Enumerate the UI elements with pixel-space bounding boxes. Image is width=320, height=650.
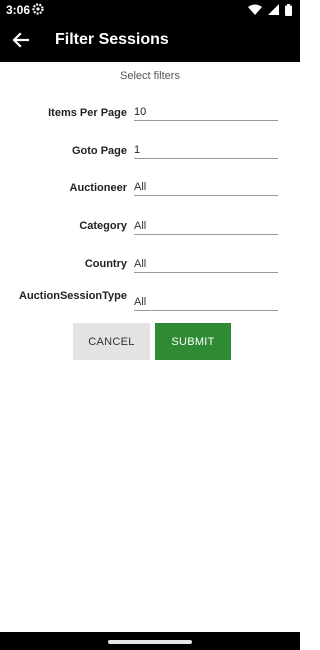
country-row: Country All [0,254,300,278]
page-title: Filter Sessions [55,31,169,48]
goto-page-input[interactable] [134,144,278,159]
auctioneer-select[interactable]: All [134,181,278,196]
category-label: Category [79,220,127,232]
auctioneer-row: Auctioneer All [0,178,300,202]
goto-page-row: Goto Page [0,141,300,165]
auction-session-type-row: AuctionSessionType All [0,287,300,311]
signal-icon [268,4,279,15]
submit-button[interactable]: SUBMIT [155,323,231,360]
auction-session-type-label: AuctionSessionType [19,290,127,302]
category-row: Category All [0,216,300,240]
settings-gear-icon [32,3,44,15]
items-per-page-row: Items Per Page [0,103,300,127]
arrow-left-icon[interactable] [10,29,32,51]
items-per-page-input[interactable] [134,106,278,121]
category-select[interactable]: All [134,220,278,235]
app-bar: Filter Sessions [0,20,300,62]
form-subtitle: Select filters [120,70,180,82]
battery-icon [285,3,292,16]
country-label: Country [84,258,127,270]
status-icons [248,3,292,16]
status-bar: 3:06 [0,0,300,20]
goto-page-label: Goto Page [71,145,127,157]
wifi-icon [248,4,262,15]
auction-session-type-select[interactable]: All [134,296,278,311]
cancel-button[interactable]: CANCEL [73,323,150,360]
items-per-page-label: Items Per Page [48,107,127,119]
navigation-bar [0,632,300,650]
country-select[interactable]: All [134,258,278,273]
status-time: 3:06 [6,3,31,17]
auctioneer-label: Auctioneer [69,182,127,194]
home-gesture-handle[interactable] [108,640,192,644]
